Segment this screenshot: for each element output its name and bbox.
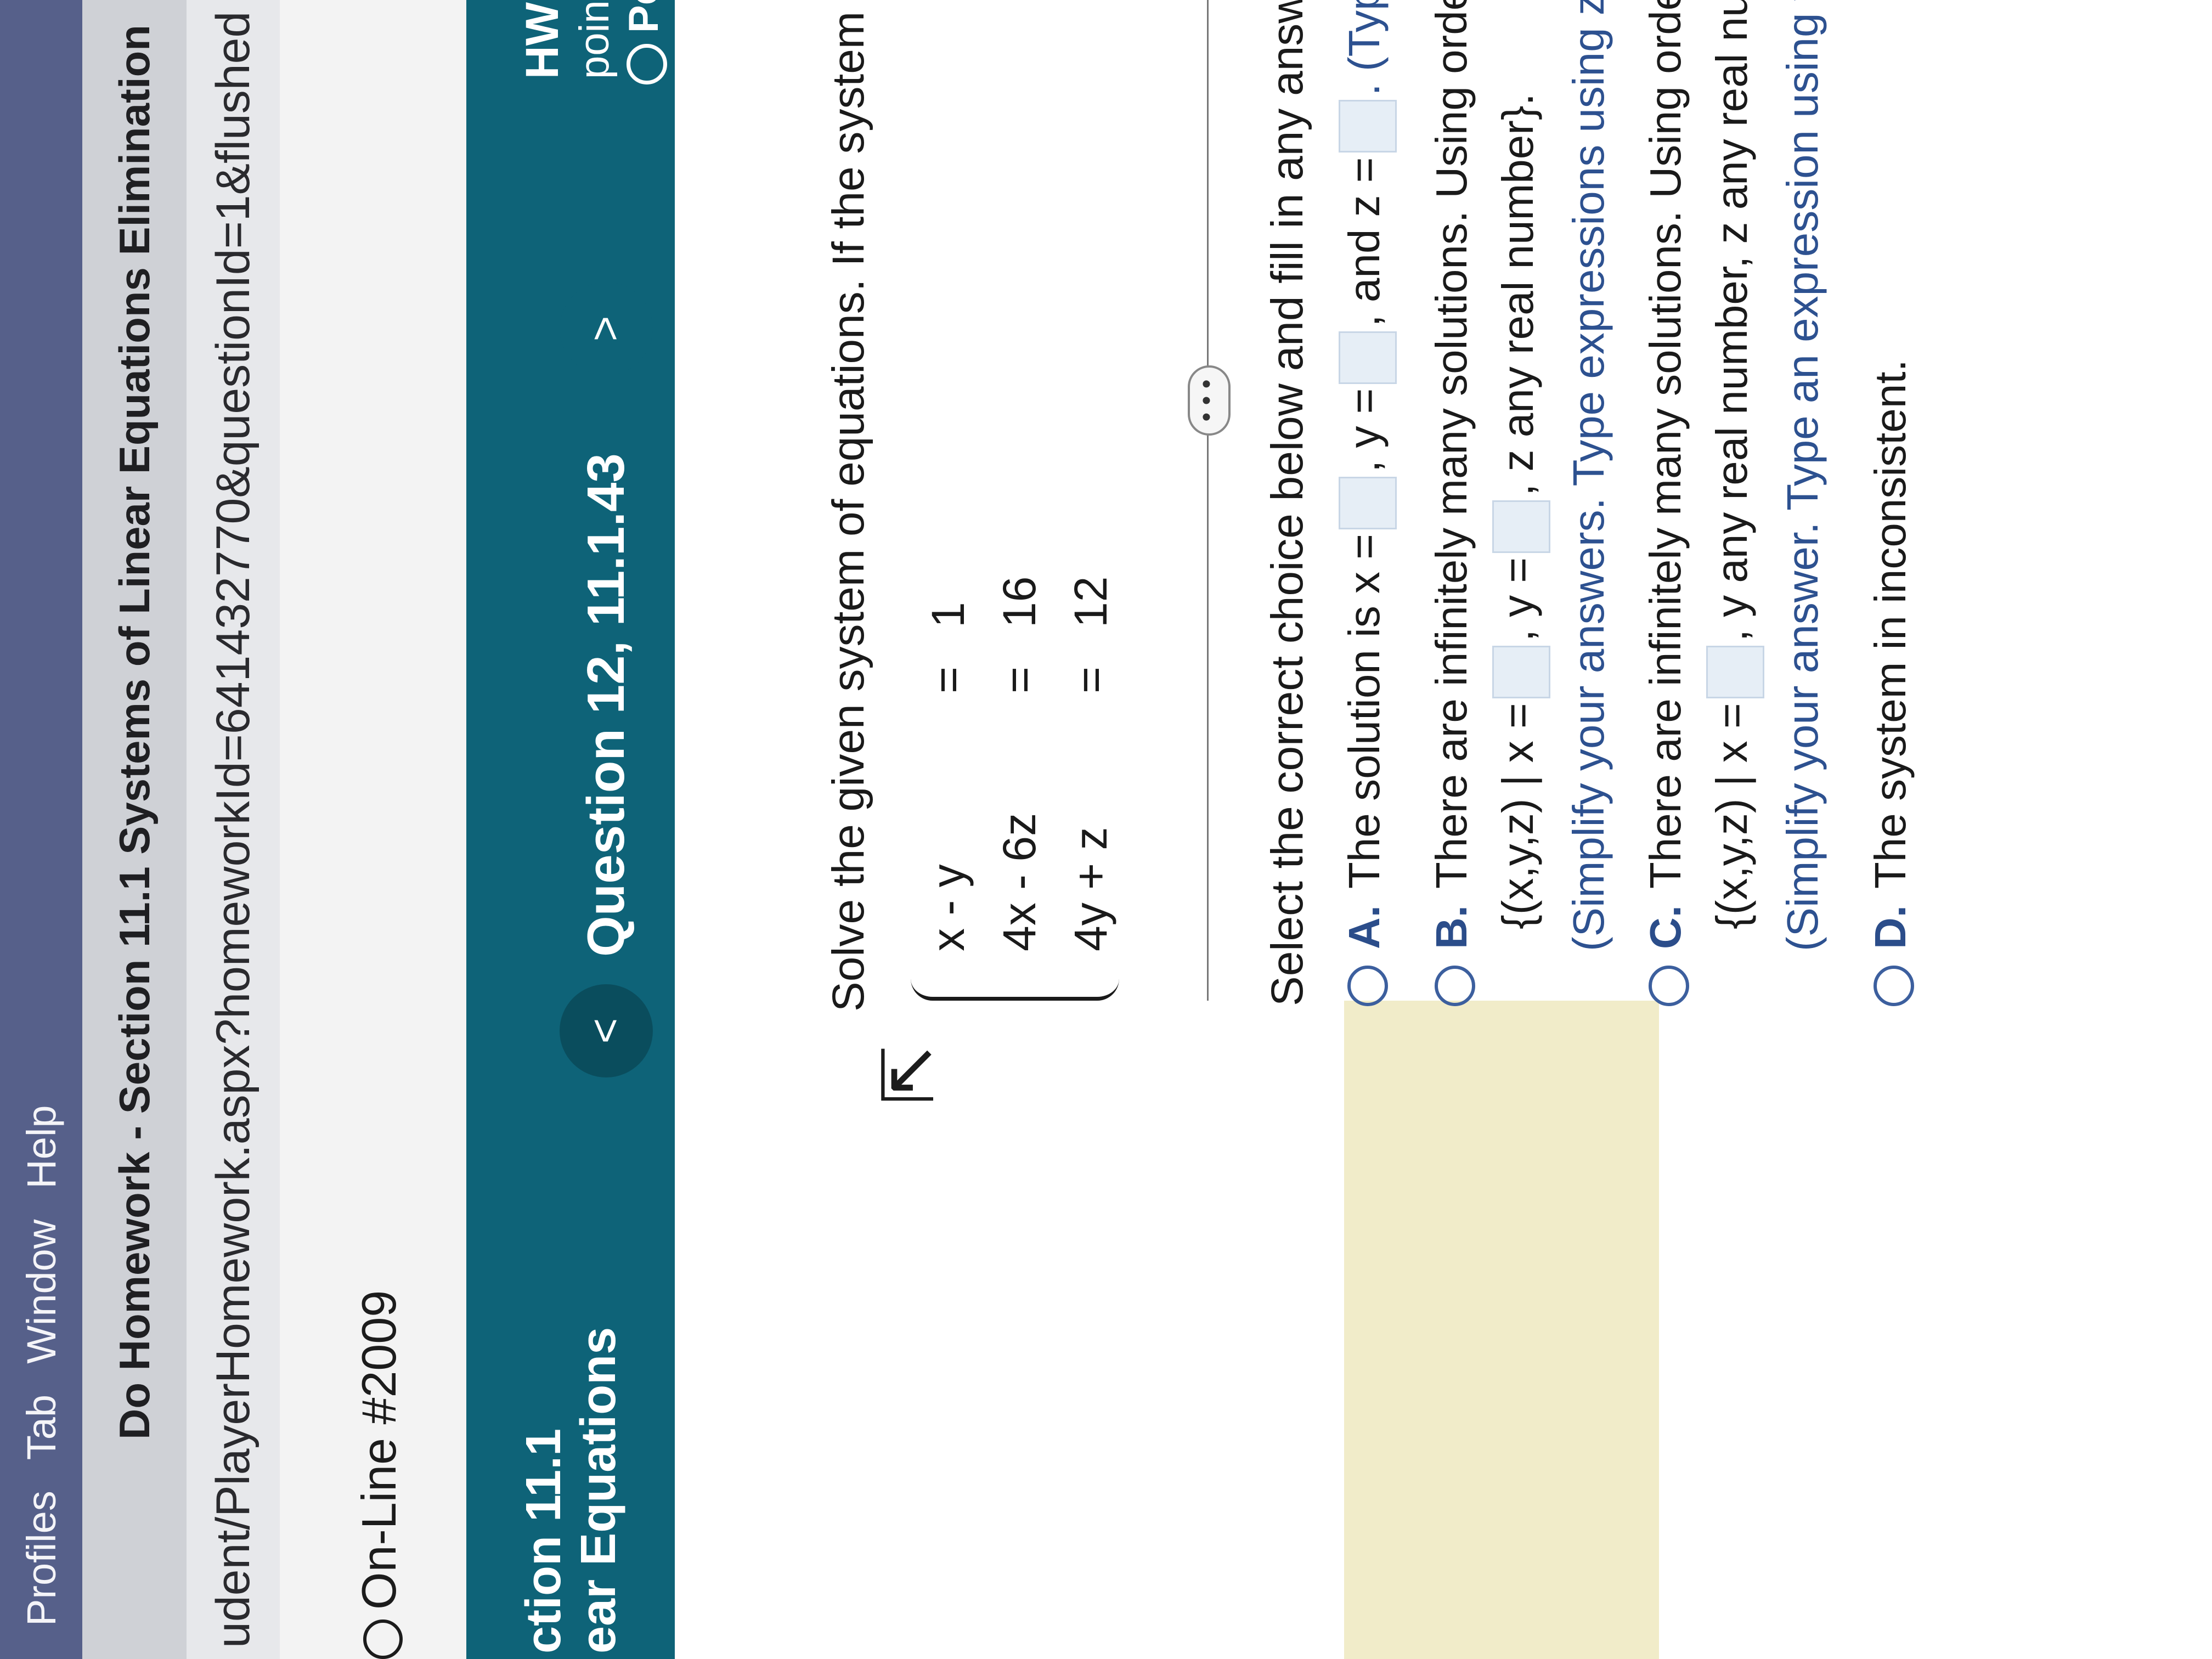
- equation-1-lhs: x - y: [922, 864, 974, 951]
- choice-b-line2: {(x,y,z) | x = , y = , z any real number}.: [1492, 93, 1550, 929]
- choice-b[interactable]: B. There are infinitely many solutions. U…: [1426, 0, 1477, 1006]
- question-prompt: Solve the given system of equations. If …: [823, 0, 873, 1012]
- answer-box-b-x[interactable]: [1492, 646, 1550, 699]
- course-title[interactable]: On-Line #2009: [351, 1290, 407, 1659]
- divider: [1207, 0, 1209, 1001]
- choice-c-line2: {(x,y,z) | x = , y any real number, z any…: [1706, 0, 1764, 929]
- equation-3-rhs: 12: [1065, 576, 1116, 628]
- progress-indicator: Pc: [620, 0, 668, 84]
- section-title-line1: ction 11.1: [516, 1428, 571, 1654]
- answer-box-b-y[interactable]: [1492, 500, 1550, 553]
- side-panel: [1344, 1001, 1659, 1659]
- section-title-line2: ear Equations: [571, 1327, 626, 1654]
- next-question-button[interactable]: >: [560, 282, 653, 375]
- question-header: ction 11.1 ear Equations < Question 12, …: [466, 0, 675, 1659]
- choice-d[interactable]: D. The system in inconsistent.: [1865, 359, 1916, 1006]
- course-circle-icon: [363, 1620, 403, 1659]
- answer-box-a-y[interactable]: [1339, 331, 1397, 384]
- menu-profiles[interactable]: Profiles: [18, 1491, 65, 1626]
- choice-b-hint: (Simplify your answers. Type expressions…: [1564, 0, 1613, 951]
- answer-box-a-z[interactable]: [1339, 100, 1397, 153]
- question-label: Question 12, 11.1.43: [577, 453, 635, 957]
- equation-2-eq: =: [994, 666, 1045, 693]
- menu-tab[interactable]: Tab: [18, 1395, 65, 1460]
- menu-window[interactable]: Window: [18, 1220, 65, 1364]
- course-name: On-Line #2009: [352, 1290, 406, 1610]
- choice-a-letter: A.: [1340, 905, 1389, 949]
- choice-c[interactable]: C. There are infinitely many solutions. U…: [1640, 0, 1691, 1006]
- choice-b-set-prefix: {(x,y,z) | x =: [1493, 703, 1543, 929]
- choice-b-set-y: , y =: [1493, 557, 1543, 642]
- progress-circle-icon: [626, 44, 667, 84]
- choice-a-radio[interactable]: [1347, 966, 1388, 1006]
- equation-3-eq: =: [1065, 666, 1116, 693]
- choice-a-text: The solution is x =: [1340, 534, 1389, 889]
- choice-b-radio[interactable]: [1434, 966, 1475, 1006]
- answer-box-c-x[interactable]: [1706, 646, 1764, 699]
- system-brace: [911, 964, 1119, 1001]
- points-label: points: [571, 0, 618, 79]
- more-button[interactable]: • • •: [1188, 365, 1231, 436]
- choice-d-text: The system in inconsistent.: [1866, 359, 1915, 889]
- choice-c-radio[interactable]: [1648, 966, 1689, 1006]
- choice-d-letter: D.: [1866, 905, 1915, 949]
- instruction-text: Select the correct choice below and fill…: [1262, 0, 1312, 1006]
- hw-score-label: HW S: [516, 0, 568, 79]
- answer-box-a-x[interactable]: [1339, 477, 1397, 529]
- choice-d-radio[interactable]: [1873, 966, 1914, 1006]
- previous-question-button[interactable]: <: [560, 984, 653, 1077]
- choice-b-letter: B.: [1427, 905, 1476, 949]
- choice-c-set-prefix: {(x,y,z) | x =: [1707, 703, 1757, 929]
- choice-c-letter: C.: [1641, 905, 1690, 949]
- menu-bar: Profiles Tab Window Help: [0, 0, 82, 1659]
- choice-c-line1: There are infinitely many solutions. Usi…: [1641, 0, 1690, 889]
- screen: Profiles Tab Window Help Do Homework - S…: [0, 0, 2212, 1659]
- equation-1-rhs: 1: [922, 602, 974, 628]
- choice-c-hint: (Simplify your answer. Type an expressio…: [1778, 0, 1827, 951]
- browser-title: Do Homework - Section 11.1 Systems of Li…: [82, 0, 187, 1659]
- progress-label: Pc: [620, 0, 667, 33]
- equation-2-rhs: 16: [994, 576, 1045, 628]
- choice-b-set-suffix: , z any real number}.: [1493, 93, 1543, 496]
- choice-a-text-y: , y =: [1340, 388, 1389, 472]
- choice-a-hint: . (Type integers or simplif: [1340, 0, 1389, 95]
- collapse-arrow-icon[interactable]: ⇱: [867, 1045, 950, 1105]
- menu-help[interactable]: Help: [18, 1105, 65, 1189]
- equation-2-lhs: 4x - 6z: [994, 812, 1045, 951]
- address-bar[interactable]: udent/PlayerHomework.aspx?homeworkId=641…: [187, 0, 280, 1659]
- equation-3-lhs: 4y + z: [1065, 827, 1116, 951]
- choice-a[interactable]: A. The solution is x = , y = , and z = . (Ty…: [1339, 0, 1397, 1006]
- equation-1-eq: =: [922, 666, 974, 693]
- choice-b-line1: There are infinitely many solutions. Usi…: [1427, 0, 1476, 889]
- choice-c-set-suffix: , y any real number, z any real number}.: [1707, 0, 1757, 642]
- choice-a-text-z: , and z =: [1340, 157, 1389, 327]
